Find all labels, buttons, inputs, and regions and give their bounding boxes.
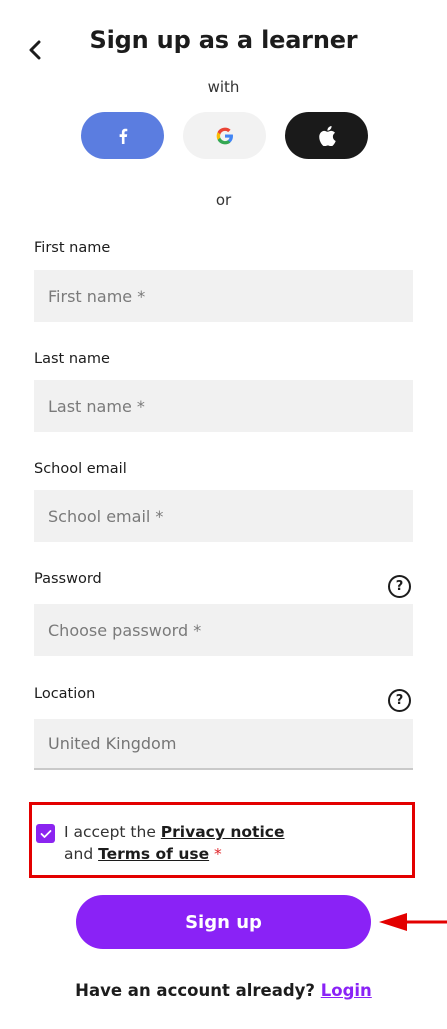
- social-with-label: with: [207, 78, 240, 96]
- last-name-label: Last name: [34, 351, 110, 367]
- terms-line-1: I accept the Privacy notice: [64, 823, 284, 841]
- terms-line-2: and Terms of use *: [64, 845, 222, 863]
- last-name-input[interactable]: [34, 380, 413, 432]
- annotation-arrow-icon: [379, 913, 447, 931]
- apple-signup-button[interactable]: [285, 112, 368, 159]
- terms-prefix-text: I accept the: [64, 823, 161, 841]
- password-help-icon[interactable]: ?: [388, 575, 411, 598]
- social-login-row: [81, 112, 368, 159]
- terms-and-text: and: [64, 845, 99, 863]
- password-input[interactable]: [34, 604, 413, 656]
- facebook-icon: [119, 128, 127, 144]
- privacy-notice-link[interactable]: Privacy notice: [161, 823, 285, 841]
- school-email-input[interactable]: [34, 490, 413, 542]
- terms-checkbox[interactable]: [36, 824, 55, 843]
- location-select[interactable]: [34, 719, 413, 770]
- google-signup-button[interactable]: [183, 112, 266, 159]
- sign-up-button[interactable]: Sign up: [76, 895, 371, 949]
- facebook-signup-button[interactable]: [81, 112, 164, 159]
- first-name-input[interactable]: [34, 270, 413, 322]
- school-email-label: School email: [34, 461, 127, 477]
- location-help-icon[interactable]: ?: [388, 689, 411, 712]
- page-title: Sign up as a learner: [89, 26, 358, 54]
- login-question-text: Have an account already?: [75, 981, 315, 1000]
- apple-icon: [318, 125, 336, 146]
- checkmark-icon: [40, 829, 51, 838]
- login-link[interactable]: Login: [321, 981, 372, 1000]
- required-mark: *: [209, 845, 222, 863]
- terms-of-use-link[interactable]: Terms of use: [98, 845, 209, 863]
- location-label: Location: [34, 686, 96, 702]
- google-icon: [216, 127, 233, 144]
- login-prompt: Have an account already? Login: [0, 981, 447, 1000]
- or-divider-label: or: [215, 191, 232, 209]
- password-label: Password: [34, 571, 102, 587]
- first-name-label: First name: [34, 240, 111, 256]
